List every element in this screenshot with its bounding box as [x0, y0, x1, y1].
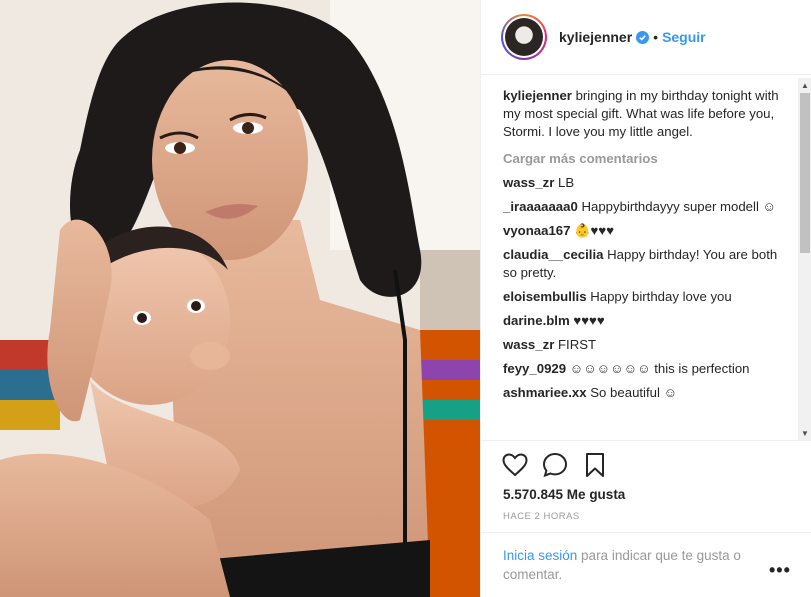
comment-item: vyonaa167 👶♥♥♥: [503, 222, 788, 240]
comment-text: ☺☺☺☺☺☺ this is perfection: [569, 361, 750, 376]
scroll-up-arrow-icon[interactable]: ▲: [798, 78, 811, 92]
action-bar: [501, 452, 795, 478]
comment-item: darine.blm ♥♥♥♥: [503, 312, 788, 330]
avatar-image: [505, 18, 543, 56]
bookmark-icon[interactable]: [581, 452, 609, 478]
verified-badge-icon: [636, 30, 650, 44]
post-timestamp[interactable]: HACE 2 HORAS: [503, 511, 580, 522]
login-link[interactable]: Inicia sesión: [503, 548, 577, 563]
comment-username[interactable]: wass_zr: [503, 337, 554, 352]
comment-item: ashmariee.xx So beautiful ☺: [503, 384, 788, 402]
post-header: kyliejenner • Seguir: [481, 0, 811, 75]
heart-icon[interactable]: [501, 452, 529, 478]
comment-text: FIRST: [558, 337, 597, 352]
login-prompt: Inicia sesión para indicar que te gusta …: [503, 546, 773, 584]
comments-list: kyliejenner bringing in my birthday toni…: [503, 87, 788, 439]
comment-text: Happy birthday love you: [590, 289, 732, 304]
photo-illustration: [0, 0, 480, 597]
comment-username[interactable]: vyonaa167: [503, 223, 570, 238]
comment-item: _iraaaaaaa0 Happybirthdayyy super modell…: [503, 198, 788, 216]
comment-item: feyy_0929 ☺☺☺☺☺☺ this is perfection: [503, 360, 788, 378]
comment-text: Happybirthdayyy super modell ☺: [581, 199, 776, 214]
post-sidebar: kyliejenner • Seguir kyliejenner bringin…: [480, 0, 811, 597]
comment-username[interactable]: feyy_0929: [503, 361, 566, 376]
post-caption: kyliejenner bringing in my birthday toni…: [503, 87, 788, 141]
comment-username[interactable]: _iraaaaaaa0: [503, 199, 578, 214]
comment-text: LB: [558, 175, 575, 190]
more-options-icon[interactable]: •••: [769, 561, 791, 579]
comment-bubble-icon[interactable]: [541, 452, 569, 478]
comment-text: 👶♥♥♥: [574, 223, 615, 238]
load-more-comments-button[interactable]: Cargar más comentarios: [503, 150, 788, 168]
avatar[interactable]: [501, 14, 547, 60]
post-photo[interactable]: [0, 0, 480, 597]
comment-item: claudia__cecilia Happy birthday! You are…: [503, 246, 788, 282]
comment-username[interactable]: eloisembullis: [503, 289, 587, 304]
comment-item: wass_zr LB: [503, 174, 788, 192]
divider: [481, 532, 811, 533]
comment-text: ♥♥♥♥: [573, 313, 605, 328]
comment-text: So beautiful ☺: [590, 385, 678, 400]
comment-username[interactable]: wass_zr: [503, 175, 554, 190]
comment-username[interactable]: ashmariee.xx: [503, 385, 587, 400]
comments-scrollbar[interactable]: ▲ ▼: [798, 78, 811, 440]
comment-item: wass_zr FIRST: [503, 336, 788, 354]
follow-button[interactable]: Seguir: [662, 29, 706, 45]
caption-username[interactable]: kyliejenner: [503, 88, 572, 103]
post-view: kyliejenner • Seguir kyliejenner bringin…: [0, 0, 811, 597]
comment-username[interactable]: claudia__cecilia: [503, 247, 603, 262]
divider: [481, 440, 811, 441]
scroll-thumb[interactable]: [800, 93, 810, 253]
comment-item: eloisembullis Happy birthday love you: [503, 288, 788, 306]
scroll-down-arrow-icon[interactable]: ▼: [798, 426, 811, 440]
separator-dot: •: [653, 29, 659, 45]
username-link[interactable]: kyliejenner: [559, 29, 632, 45]
like-count[interactable]: 5.570.845 Me gusta: [503, 487, 625, 502]
comment-username[interactable]: darine.blm: [503, 313, 570, 328]
